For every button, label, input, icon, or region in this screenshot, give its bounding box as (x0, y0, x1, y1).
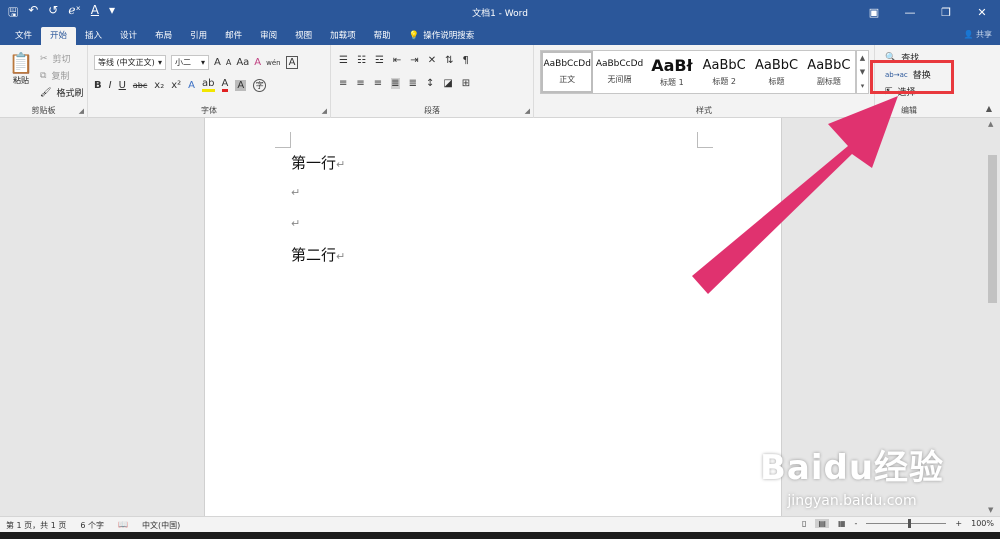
taskbar (0, 532, 1000, 539)
zoom-level[interactable]: 100% (971, 519, 994, 528)
arrow-shape (692, 96, 898, 294)
language-status[interactable]: 中文(中国) (142, 520, 180, 531)
zoom-in-button[interactable]: + (955, 519, 962, 528)
watermark: Baidu经验 jingyan.baidu.com (760, 440, 944, 509)
zoom-slider[interactable] (866, 519, 947, 528)
read-mode-icon[interactable]: ▯ (802, 519, 806, 528)
proofing-icon[interactable]: 📖 (118, 520, 128, 531)
web-layout-icon[interactable]: ▦ (838, 519, 846, 528)
print-layout-icon[interactable]: ▤ (815, 519, 829, 528)
word-count[interactable]: 6 个字 (80, 520, 104, 531)
page-count[interactable]: 第 1 页，共 1 页 (6, 520, 66, 531)
status-bar: 第 1 页，共 1 页 6 个字 📖 中文(中国) ▯ ▤ ▦ - + 100% (0, 516, 1000, 532)
watermark-brand: Baidu经验 (760, 448, 945, 488)
watermark-url: jingyan.baidu.com (787, 493, 917, 509)
zoom-out-button[interactable]: - (855, 519, 858, 528)
